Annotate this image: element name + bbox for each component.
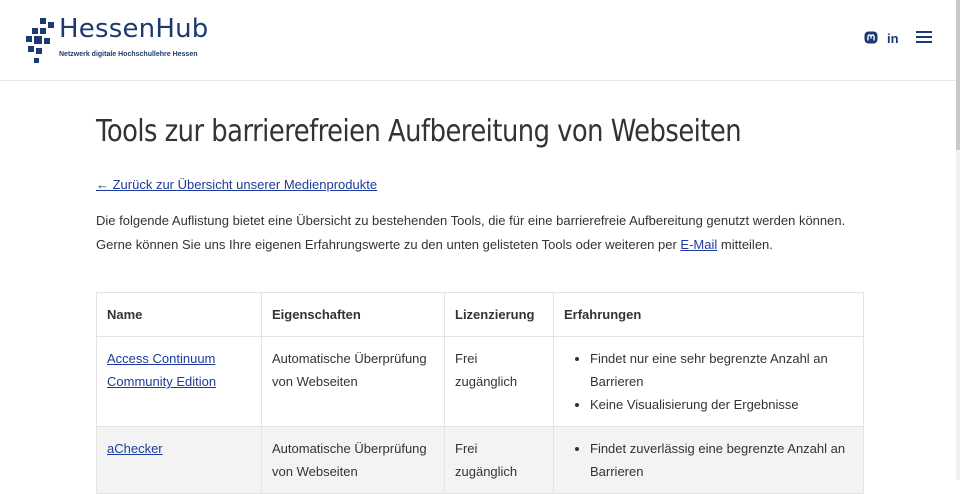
cell-license: Frei zugänglich (444, 336, 554, 427)
intro-text: Die folgende Auflistung bietet eine Über… (96, 209, 864, 257)
logo-pixel-icon (26, 18, 56, 68)
column-header-license: Lizenzierung (444, 292, 554, 337)
mastodon-icon[interactable] (864, 31, 878, 45)
cell-name: aChecker (96, 426, 262, 494)
intro-text-after: mitteilen. (717, 237, 773, 252)
tools-table: Name Eigenschaften Lizenzierung Erfahrun… (96, 292, 864, 494)
column-header-name: Name (96, 292, 262, 337)
tool-link[interactable]: Access Continuum Community Edition (107, 351, 216, 389)
site-logo[interactable]: HessenHub Netzwerk digitale Hochschulleh… (26, 14, 226, 70)
logo-subtitle: Netzwerk digitale Hochschullehre Hessen (59, 51, 198, 58)
cell-license: Frei zugänglich (444, 426, 554, 494)
experience-list: Findet nur eine sehr begrenzte Anzahl an… (564, 347, 853, 416)
menu-icon[interactable] (916, 31, 932, 43)
column-header-experiences: Erfahrungen (553, 292, 864, 337)
list-item: Findet nur eine sehr begrenzte Anzahl an… (590, 347, 853, 393)
intro-text-before: Gerne können Sie uns Ihre eigenen Erfahr… (96, 237, 681, 252)
list-item: Findet zuverlässig eine begrenzte Anzahl… (590, 437, 853, 483)
logo-title: HessenHub (59, 14, 209, 44)
table-row: Access Continuum Community Edition Autom… (96, 336, 864, 427)
cell-name: Access Continuum Community Edition (96, 336, 262, 427)
column-header-properties: Eigenschaften (261, 292, 445, 337)
tool-link[interactable]: aChecker (107, 441, 163, 456)
intro-paragraph-2: Gerne können Sie uns Ihre eigenen Erfahr… (96, 233, 864, 257)
list-item: Keine Visualisierung der Ergebnisse (590, 393, 853, 416)
back-link[interactable]: ← Zurück zur Übersicht unserer Medienpro… (96, 177, 377, 192)
table-header-row: Name Eigenschaften Lizenzierung Erfahrun… (96, 292, 864, 337)
site-header: HessenHub Netzwerk digitale Hochschulleh… (0, 0, 960, 81)
table-row: aChecker Automatische Überprüfung von We… (96, 426, 864, 494)
cell-experiences: Findet zuverlässig eine begrenzte Anzahl… (553, 426, 864, 494)
cell-properties: Automatische Überprüfung von Webseiten (261, 336, 445, 427)
intro-paragraph-1: Die folgende Auflistung bietet eine Über… (96, 213, 846, 228)
scrollbar-thumb[interactable] (956, 0, 960, 150)
page-title: Tools zur barrierefreien Aufbereitung vo… (96, 114, 742, 149)
page-scrollbar[interactable] (956, 0, 960, 480)
cell-experiences: Findet nur eine sehr begrenzte Anzahl an… (553, 336, 864, 427)
linkedin-icon[interactable]: in (887, 31, 899, 46)
email-link[interactable]: E-Mail (680, 237, 717, 252)
cell-properties: Automatische Überprüfung von Webseiten (261, 426, 445, 494)
experience-list: Findet zuverlässig eine begrenzte Anzahl… (564, 437, 853, 483)
